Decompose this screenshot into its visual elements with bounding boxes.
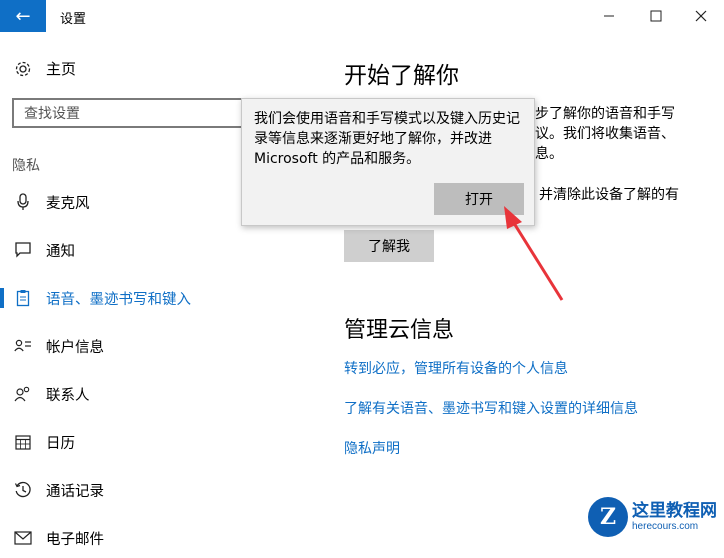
- sidebar-item-label: 语音、墨迹书写和键入: [46, 291, 191, 308]
- sidebar-item-label: 通话记录: [46, 483, 104, 500]
- section-title-cloud: 管理云信息: [344, 318, 455, 343]
- notification-icon: [0, 242, 46, 258]
- mail-icon: [0, 531, 46, 545]
- sidebar-item-email[interactable]: 电子邮件: [0, 518, 300, 558]
- sidebar-item-label: 联系人: [46, 387, 90, 404]
- calendar-icon: [0, 434, 46, 450]
- back-arrow-icon: ←: [15, 5, 31, 27]
- sidebar-item-label: 日历: [46, 435, 75, 452]
- minimize-button[interactable]: [586, 0, 632, 32]
- sidebar-item-home[interactable]: 主页: [14, 58, 76, 79]
- watermark-url: herecours.com: [632, 520, 699, 532]
- clipboard-icon: [0, 289, 46, 307]
- back-button[interactable]: ←: [0, 0, 46, 32]
- page-title: 开始了解你: [344, 63, 459, 89]
- contacts-icon: [0, 386, 46, 402]
- description-fragment: 议。我们将收集语音、: [535, 126, 675, 142]
- learn-me-button[interactable]: 了解我: [344, 230, 434, 262]
- history-icon: [0, 481, 46, 499]
- sidebar-item-notifications[interactable]: 通知: [0, 230, 300, 270]
- description-fragment: 并清除此设备了解的有: [539, 187, 679, 203]
- microphone-icon: [0, 193, 46, 211]
- search-placeholder: 查找设置: [24, 106, 80, 122]
- permission-popup: 我们会使用语音和手写模式以及键入历史记录等信息来逐渐更好地了解你，并改进 Mic…: [241, 98, 535, 226]
- link-privacy-statement[interactable]: 隐私声明: [344, 438, 400, 458]
- watermark-text: 这里教程网 herecours.com: [632, 501, 717, 533]
- watermark: Z 这里教程网 herecours.com: [588, 494, 724, 539]
- description-fragment: 息。: [535, 146, 563, 162]
- account-info-icon: [0, 339, 46, 353]
- sidebar-item-label: 电子邮件: [46, 531, 104, 548]
- sidebar-item-account-info[interactable]: 帐户信息: [0, 326, 300, 366]
- close-icon: [695, 10, 707, 22]
- section-header-privacy: 隐私: [12, 158, 40, 174]
- sidebar-item-label: 通知: [46, 243, 75, 260]
- window-title: 设置: [60, 12, 87, 27]
- sidebar-item-calendar[interactable]: 日历: [0, 422, 300, 462]
- sidebar-item-call-history[interactable]: 通话记录: [0, 470, 300, 510]
- maximize-icon: [650, 10, 662, 22]
- turn-on-button[interactable]: 打开: [434, 183, 524, 215]
- gear-icon: [15, 61, 31, 76]
- link-speech-details[interactable]: 了解有关语音、墨迹书写和键入设置的详细信息: [344, 398, 638, 418]
- sidebar-item-speech[interactable]: 语音、墨迹书写和键入: [0, 278, 300, 318]
- sidebar-item-label: 麦克风: [46, 195, 90, 212]
- title-bar: ← 设置: [0, 0, 724, 32]
- home-label: 主页: [46, 60, 77, 78]
- description-fragment: 步了解你的语音和手写: [535, 106, 675, 122]
- popup-message: 我们会使用语音和手写模式以及键入历史记录等信息来逐渐更好地了解你，并改进 Mic…: [254, 111, 520, 167]
- link-bing-personal-info[interactable]: 转到必应，管理所有设备的个人信息: [344, 358, 568, 378]
- sidebar-item-contacts[interactable]: 联系人: [0, 374, 300, 414]
- watermark-logo: Z: [588, 496, 628, 537]
- watermark-name: 这里教程网: [632, 500, 717, 521]
- maximize-button[interactable]: [633, 0, 679, 32]
- sidebar-item-label: 帐户信息: [46, 339, 104, 356]
- close-button[interactable]: [678, 0, 724, 32]
- minimize-icon: [604, 15, 614, 17]
